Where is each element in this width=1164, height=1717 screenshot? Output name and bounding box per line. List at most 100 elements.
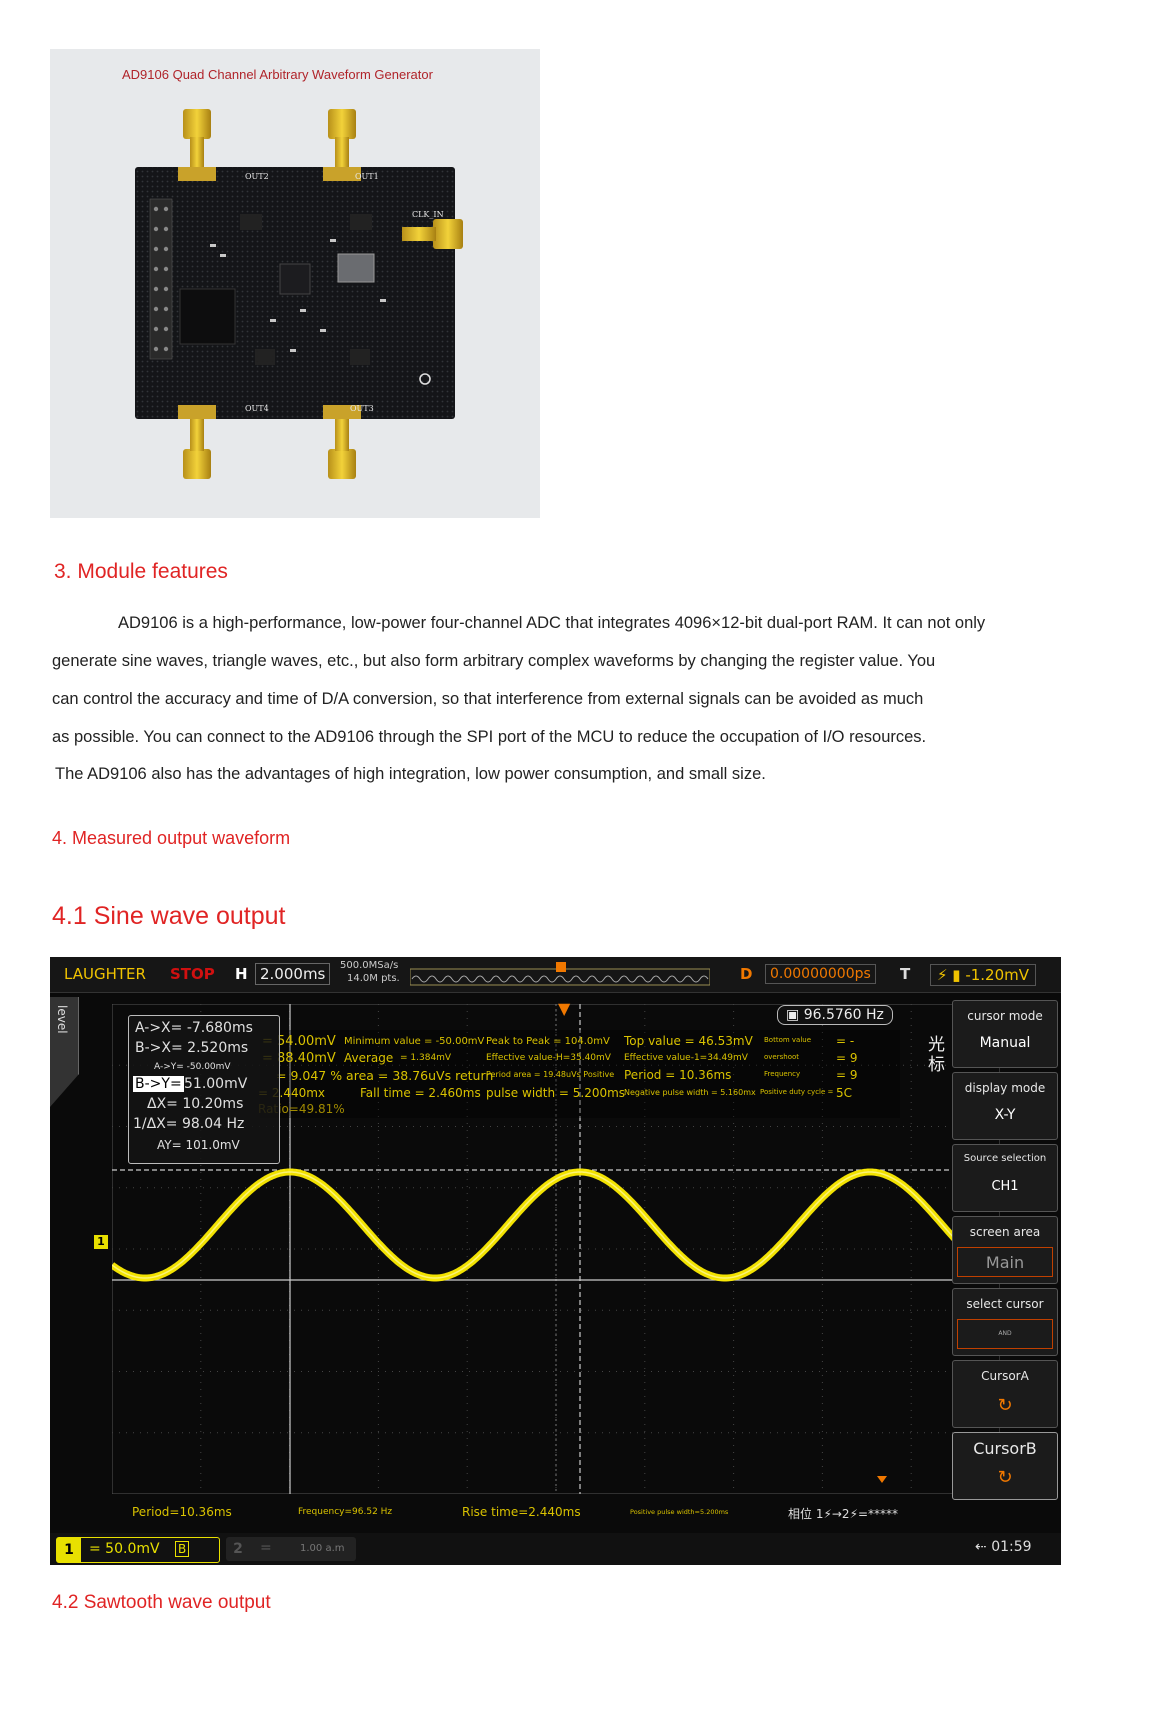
- board-caption: AD9106 Quad Channel Arbitrary Waveform G…: [122, 67, 433, 82]
- menu-screen-area-value: Main: [985, 1253, 1025, 1272]
- cursor-by-value: 51.00mV: [184, 1076, 248, 1092]
- side-menu: cursor mode Manual display mode X-Y Sour…: [952, 1000, 1058, 1520]
- menu-screen-area[interactable]: screen area Main: [952, 1216, 1058, 1284]
- meas-r1-3: Top value = 46.53mV: [624, 1034, 753, 1048]
- meas-r4-3: Negative pulse width = 5.160mx: [624, 1088, 756, 1097]
- meas-r2-5: overshoot: [764, 1053, 800, 1061]
- meas-r2-3: Effective value-H=35.40mV: [486, 1053, 611, 1063]
- frequency-badge: ▣ 96.5760 Hz: [777, 1005, 893, 1025]
- measurement-panel: = 54.00mV Minimum value = -50.00mV Peak …: [258, 1030, 900, 1118]
- board-illustration: OUT2 OUT1 CLK_IN OUT4 OUT3: [50, 49, 540, 518]
- bottom-rise-time: Rise time=2.440ms: [462, 1505, 581, 1519]
- menu-source-selection[interactable]: Source selection CH1: [952, 1144, 1058, 1212]
- oscilloscope-screenshot: LAUGHTER STOP H 2.000ms 500.0MSa/s 14.0M…: [50, 957, 1061, 1565]
- bottom-phase: 相位 1⚡→2⚡=*****: [788, 1507, 899, 1521]
- menu-source-selection-value: CH1: [991, 1179, 1019, 1194]
- channel-2-number: 2: [233, 1541, 243, 1557]
- cursor-by-label: B->Y=: [133, 1076, 184, 1092]
- meas-r1-1: Minimum value = -50.00mV: [344, 1036, 485, 1047]
- meas-r2-6: = 9: [836, 1051, 858, 1065]
- menu-cursor-b[interactable]: CursorB ↻: [952, 1432, 1058, 1500]
- clock: 01:59: [991, 1539, 1032, 1555]
- bottom-frequency: Frequency=96.52 Hz: [298, 1507, 393, 1517]
- section-heading-module-features: 3. Module features: [54, 560, 228, 583]
- d-label: D: [740, 965, 753, 983]
- meas-r3-3: Frequency: [764, 1070, 801, 1078]
- meas-r4-1: Fall time = 2.460ms: [360, 1086, 481, 1100]
- level-tab[interactable]: level: [50, 997, 79, 1107]
- meas-r2-2: = 1.384mV: [400, 1053, 452, 1063]
- section-heading-measured-waveform: 4. Measured output waveform: [52, 828, 291, 848]
- label-clkin: CLK_IN: [412, 210, 444, 219]
- usb-icon: ⇠ 01:59: [975, 1539, 1032, 1555]
- channel-1-chip[interactable]: 1 = 50.0mV B: [56, 1537, 220, 1563]
- menu-display-mode-title: display mode: [964, 1081, 1046, 1095]
- timebase[interactable]: 2.000ms: [255, 963, 331, 985]
- cursor-readout-box: A->X= -7.680ms B->X= 2.520ms A->Y= -50.0…: [128, 1015, 280, 1164]
- label-out4: OUT4: [245, 404, 269, 413]
- sample-rate: 500.0MSa/s: [340, 960, 399, 971]
- rotate-knob-icon: ↻: [997, 1395, 1013, 1416]
- meas-r2-1: Average: [344, 1051, 394, 1065]
- meas-r3-1: Period area = 19.48uVs Positive: [486, 1070, 615, 1079]
- meas-r1-4: Bottom value: [764, 1036, 812, 1044]
- menu-screen-area-title: screen area: [969, 1225, 1041, 1239]
- rotate-knob-icon: ↻: [997, 1467, 1013, 1488]
- paragraph-line-2: generate sine waves, triangle waves, etc…: [52, 652, 936, 670]
- stop-badge[interactable]: STOP: [170, 965, 215, 983]
- points: 14.0M pts.: [347, 973, 400, 984]
- menu-cursor-mode-title: cursor mode: [967, 1009, 1043, 1023]
- frequency-value: 96.5760 Hz: [803, 1007, 884, 1023]
- delay-value[interactable]: 0.00000000ps: [765, 964, 876, 984]
- paragraph-line-1: AD9106 is a high-performance, low-power …: [118, 614, 986, 632]
- cursor-dx: ΔX= 10.20ms: [147, 1096, 244, 1112]
- paragraph-line-4: as possible. You can connect to the AD91…: [52, 728, 927, 746]
- channel-1-scale: = 50.0mV: [89, 1541, 160, 1557]
- meas-r4-2: pulse width = 5.200ms: [486, 1086, 626, 1100]
- menu-source-selection-title: Source selection: [963, 1153, 1047, 1164]
- side-char-2: 标: [928, 1055, 945, 1075]
- trigger-arrow-icon: ▼: [558, 999, 571, 1018]
- menu-cursor-a[interactable]: CursorA ↻: [952, 1360, 1058, 1428]
- trigger-level[interactable]: ⚡ ▮ -1.20mV: [930, 964, 1037, 986]
- meas-r2-4: Effective value-1=34.49mV: [624, 1053, 748, 1063]
- meas-r3-2: Period = 10.36ms: [624, 1068, 732, 1082]
- menu-select-cursor-title: select cursor: [966, 1297, 1044, 1311]
- channel-1-number: 1: [57, 1538, 81, 1562]
- meas-r3-0: = 9.047 % area = 38.76uVs return: [276, 1068, 494, 1083]
- cursor-dy: AY= 101.0mV: [157, 1138, 240, 1152]
- menu-select-cursor[interactable]: select cursor AND: [952, 1288, 1058, 1356]
- bottom-positive-pulse: Positive pulse width=5.200ms: [630, 1508, 729, 1516]
- cursor-ax: A->X= -7.680ms: [135, 1020, 253, 1036]
- board-photo: OUT2 OUT1 CLK_IN OUT4 OUT3 AD9106 Quad C…: [50, 49, 540, 518]
- trigger-level-value: -1.20mV: [965, 966, 1030, 984]
- cursor-inv-dx: 1/ΔX= 98.04 Hz: [133, 1116, 245, 1132]
- scope-title: LAUGHTER: [64, 965, 146, 983]
- meas-r3-4: = 9: [836, 1068, 858, 1082]
- label-out2: OUT2: [245, 172, 269, 181]
- trigger-marker-icon: [877, 1476, 887, 1483]
- scope-top-bar: LAUGHTER STOP H 2.000ms 500.0MSa/s 14.0M…: [50, 957, 1061, 993]
- label-out3: OUT3: [350, 404, 374, 413]
- channel-2-scale: =: [260, 1540, 272, 1556]
- menu-cursor-mode-value: Manual: [979, 1035, 1031, 1051]
- channel-2-extra: 1.00 a.m: [300, 1543, 345, 1554]
- menu-cursor-b-title: CursorB: [973, 1439, 1037, 1458]
- level-tab-label: level: [55, 1005, 69, 1034]
- menu-cursor-mode[interactable]: cursor mode Manual: [952, 1000, 1058, 1068]
- channel-1-marker[interactable]: 1: [94, 1235, 108, 1249]
- menu-display-mode[interactable]: display mode X-Y: [952, 1072, 1058, 1140]
- menu-display-mode-value: X-Y: [994, 1107, 1016, 1123]
- t-label: T: [900, 965, 911, 983]
- meas-r1-2: Peak to Peak = 104.0mV: [486, 1036, 610, 1047]
- paragraph-line-5: The AD9106 also has the advantages of hi…: [55, 765, 766, 783]
- channel-2-chip[interactable]: 2 = 1.00 a.m: [226, 1537, 356, 1561]
- paragraph-line-3: can control the accuracy and time of D/A…: [52, 690, 924, 708]
- section-heading-sawtooth-output: 4.2 Sawtooth wave output: [52, 1592, 271, 1613]
- cursor-ay: A->Y= -50.00mV: [154, 1062, 231, 1072]
- cursor-bx: B->X= 2.520ms: [135, 1040, 249, 1056]
- bottom-period: Period=10.36ms: [132, 1505, 232, 1519]
- h-label: H: [235, 965, 248, 983]
- section-heading-sine-output: 4.1 Sine wave output: [52, 902, 286, 930]
- channel-1-bw-tag: B: [175, 1541, 190, 1557]
